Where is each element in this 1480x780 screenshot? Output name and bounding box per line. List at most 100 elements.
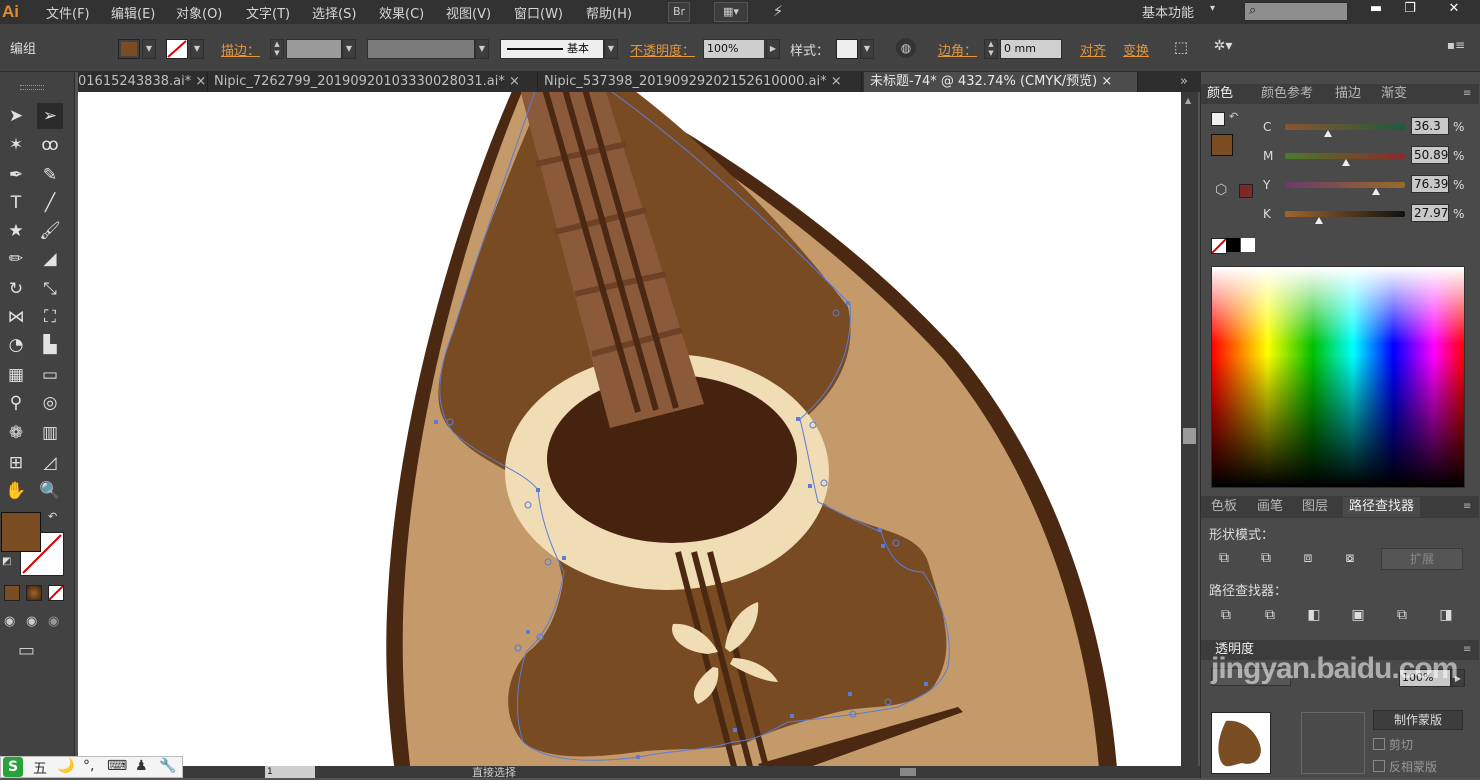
black-slider[interactable] [1285,211,1405,217]
yellow-value[interactable]: 76.39 [1411,175,1449,193]
eyedropper-tool-icon[interactable]: ⚲ [3,390,29,416]
menu-type[interactable]: 文字(T) [246,3,290,22]
horizontal-scroll-thumb[interactable] [900,768,916,776]
menu-window[interactable]: 窗口(W) [514,3,563,22]
transform-link[interactable]: 变换 [1123,40,1149,59]
magic-wand-tool-icon[interactable]: ✶ [3,132,29,158]
bridge-button[interactable]: Br [668,2,690,22]
tab-document-1[interactable]: 01615243838.ai* × [72,72,208,92]
stroke-label[interactable]: 描边： [221,40,260,59]
color-spectrum[interactable] [1211,266,1465,488]
tab-document-3[interactable]: Nipic_537398_20190929202152610000.ai* × [538,72,862,92]
close-window-button[interactable]: ✕ [1434,0,1474,20]
menu-edit[interactable]: 编辑(E) [111,3,155,22]
line-tool-icon[interactable]: ╱ [37,190,63,216]
transparency-opacity-dropdown[interactable]: ▶ [1451,669,1465,687]
paintbrush-tool-icon[interactable]: 🖌 [37,218,63,244]
tab-gradient[interactable]: 渐变 [1381,84,1407,104]
magenta-value[interactable]: 50.89 [1411,146,1449,164]
menu-help[interactable]: 帮助(H) [586,3,632,22]
corner-stepper[interactable]: ▲ ▼ [984,39,998,59]
trim-icon[interactable]: ⧉ [1259,606,1281,624]
yellow-slider[interactable] [1285,182,1405,188]
vertical-scrollbar[interactable]: ▲ [1181,92,1198,766]
width-tool-icon[interactable]: ⋈ [3,304,29,330]
curvature-tool-icon[interactable]: ✎ [37,162,63,188]
blend-mode-select[interactable] [1211,668,1291,686]
white-color-button[interactable] [1241,238,1255,252]
black-color-button[interactable] [1226,238,1240,252]
scale-tool-icon[interactable]: ⤡ [37,276,63,302]
zoom-tool-icon[interactable]: 🔍 [37,478,63,504]
arrange-documents-button[interactable]: ▦▾ [714,2,748,22]
ime-skin-icon[interactable]: ♟ [135,758,148,774]
align-link[interactable]: 对齐 [1080,40,1106,59]
perspective-grid-tool-icon[interactable]: ▙ [37,332,63,358]
color-mode-button[interactable] [4,585,20,601]
cyan-value[interactable]: 36.3 [1411,117,1449,135]
corner-radius-field[interactable]: 0 mm [1000,39,1062,59]
free-transform-tool-icon[interactable]: ⛶ [37,304,63,330]
brush-definition[interactable]: 基本 [500,39,604,59]
expand-button[interactable]: 扩展 [1381,548,1463,570]
rotate-tool-icon[interactable]: ↻ [3,276,29,302]
variable-width-profile[interactable] [367,39,475,59]
stroke-dropdown[interactable]: ▼ [190,39,204,59]
draw-behind-icon[interactable]: ◉ [26,614,37,629]
stroke-weight-stepper[interactable]: ▲ ▼ [270,39,284,59]
draw-inside-icon[interactable]: ◉ [48,614,59,629]
merge-icon[interactable]: ◧ [1303,606,1325,624]
eraser-tool-icon[interactable]: ◢ [37,246,63,272]
artboard-canvas[interactable] [78,92,1181,766]
screen-mode-icon[interactable]: ▭ [18,640,35,661]
color-panel-fill-swatch[interactable] [1211,134,1233,156]
magenta-slider-thumb[interactable] [1342,159,1351,166]
scroll-thumb[interactable] [1183,428,1196,444]
menu-effect[interactable]: 效果(C) [379,3,424,22]
tab-document-active[interactable]: 未标题-74* @ 432.74% (CMYK/预览) × [864,72,1138,92]
control-menu-icon[interactable]: ▪≡ [1446,38,1466,58]
crop-icon[interactable]: ▣ [1347,606,1369,624]
recolor-artwork-icon[interactable]: ◍ [896,38,916,58]
menu-object[interactable]: 对象(O) [176,3,222,22]
fill-dropdown[interactable]: ▼ [142,39,156,59]
transparency-menu-icon[interactable]: ≡ [1463,640,1471,660]
pathfinder-menu-icon[interactable]: ≡ [1463,497,1471,517]
gpu-performance-icon[interactable]: ⚡ [764,2,792,22]
ime-tools-icon[interactable]: 🔧 [159,758,176,774]
gradient-tool-icon[interactable]: ▭ [37,362,63,388]
intersect-icon[interactable]: ⧈ [1297,549,1319,567]
none-color-button[interactable] [1211,238,1227,254]
ime-punctuation-icon[interactable]: °, [83,758,94,774]
minus-front-icon[interactable]: ⧉ [1255,549,1277,567]
exclude-icon[interactable]: ⧇ [1339,549,1361,567]
default-colors-icon[interactable]: ◩ [2,556,11,567]
make-mask-button[interactable]: 制作蒙版 [1373,710,1463,730]
slice-tool-icon[interactable]: ◿ [37,450,63,476]
artboard-number-field[interactable]: 1 [265,766,315,778]
menu-select[interactable]: 选择(S) [312,3,356,22]
graphic-style-swatch[interactable] [836,39,858,59]
ime-mode[interactable]: 五 [33,758,47,778]
workspace-dropdown-icon[interactable]: ▾ [1210,3,1215,14]
tab-color[interactable]: 颜色 [1207,84,1233,104]
minimize-button[interactable]: ▬ [1358,0,1394,20]
black-value[interactable]: 27.97 [1411,204,1449,222]
workspace-switcher[interactable]: 基本功能 [1142,2,1194,21]
minus-back-icon[interactable]: ◨ [1435,606,1457,624]
pen-tool-icon[interactable]: ✒ [3,162,29,188]
menu-file[interactable]: 文件(F) [46,3,90,22]
column-graph-tool-icon[interactable]: ▥ [37,420,63,446]
tabs-overflow-button[interactable]: » [1176,72,1200,92]
toolbox-grip[interactable] [20,85,44,90]
isolate-group-icon[interactable]: ⬚ [1170,38,1192,58]
divide-icon[interactable]: ⧉ [1215,606,1237,624]
shape-builder-tool-icon[interactable]: ◔ [3,332,29,358]
artboard-tool-icon[interactable]: ⊞ [3,450,29,476]
black-slider-thumb[interactable] [1314,217,1323,224]
corner-label[interactable]: 边角： [938,40,977,59]
direct-selection-tool-icon[interactable]: ➢ [37,103,63,129]
stroke-swatch[interactable] [166,39,188,59]
none-mode-button[interactable] [48,585,64,601]
restore-button[interactable]: ❐ [1392,0,1428,20]
